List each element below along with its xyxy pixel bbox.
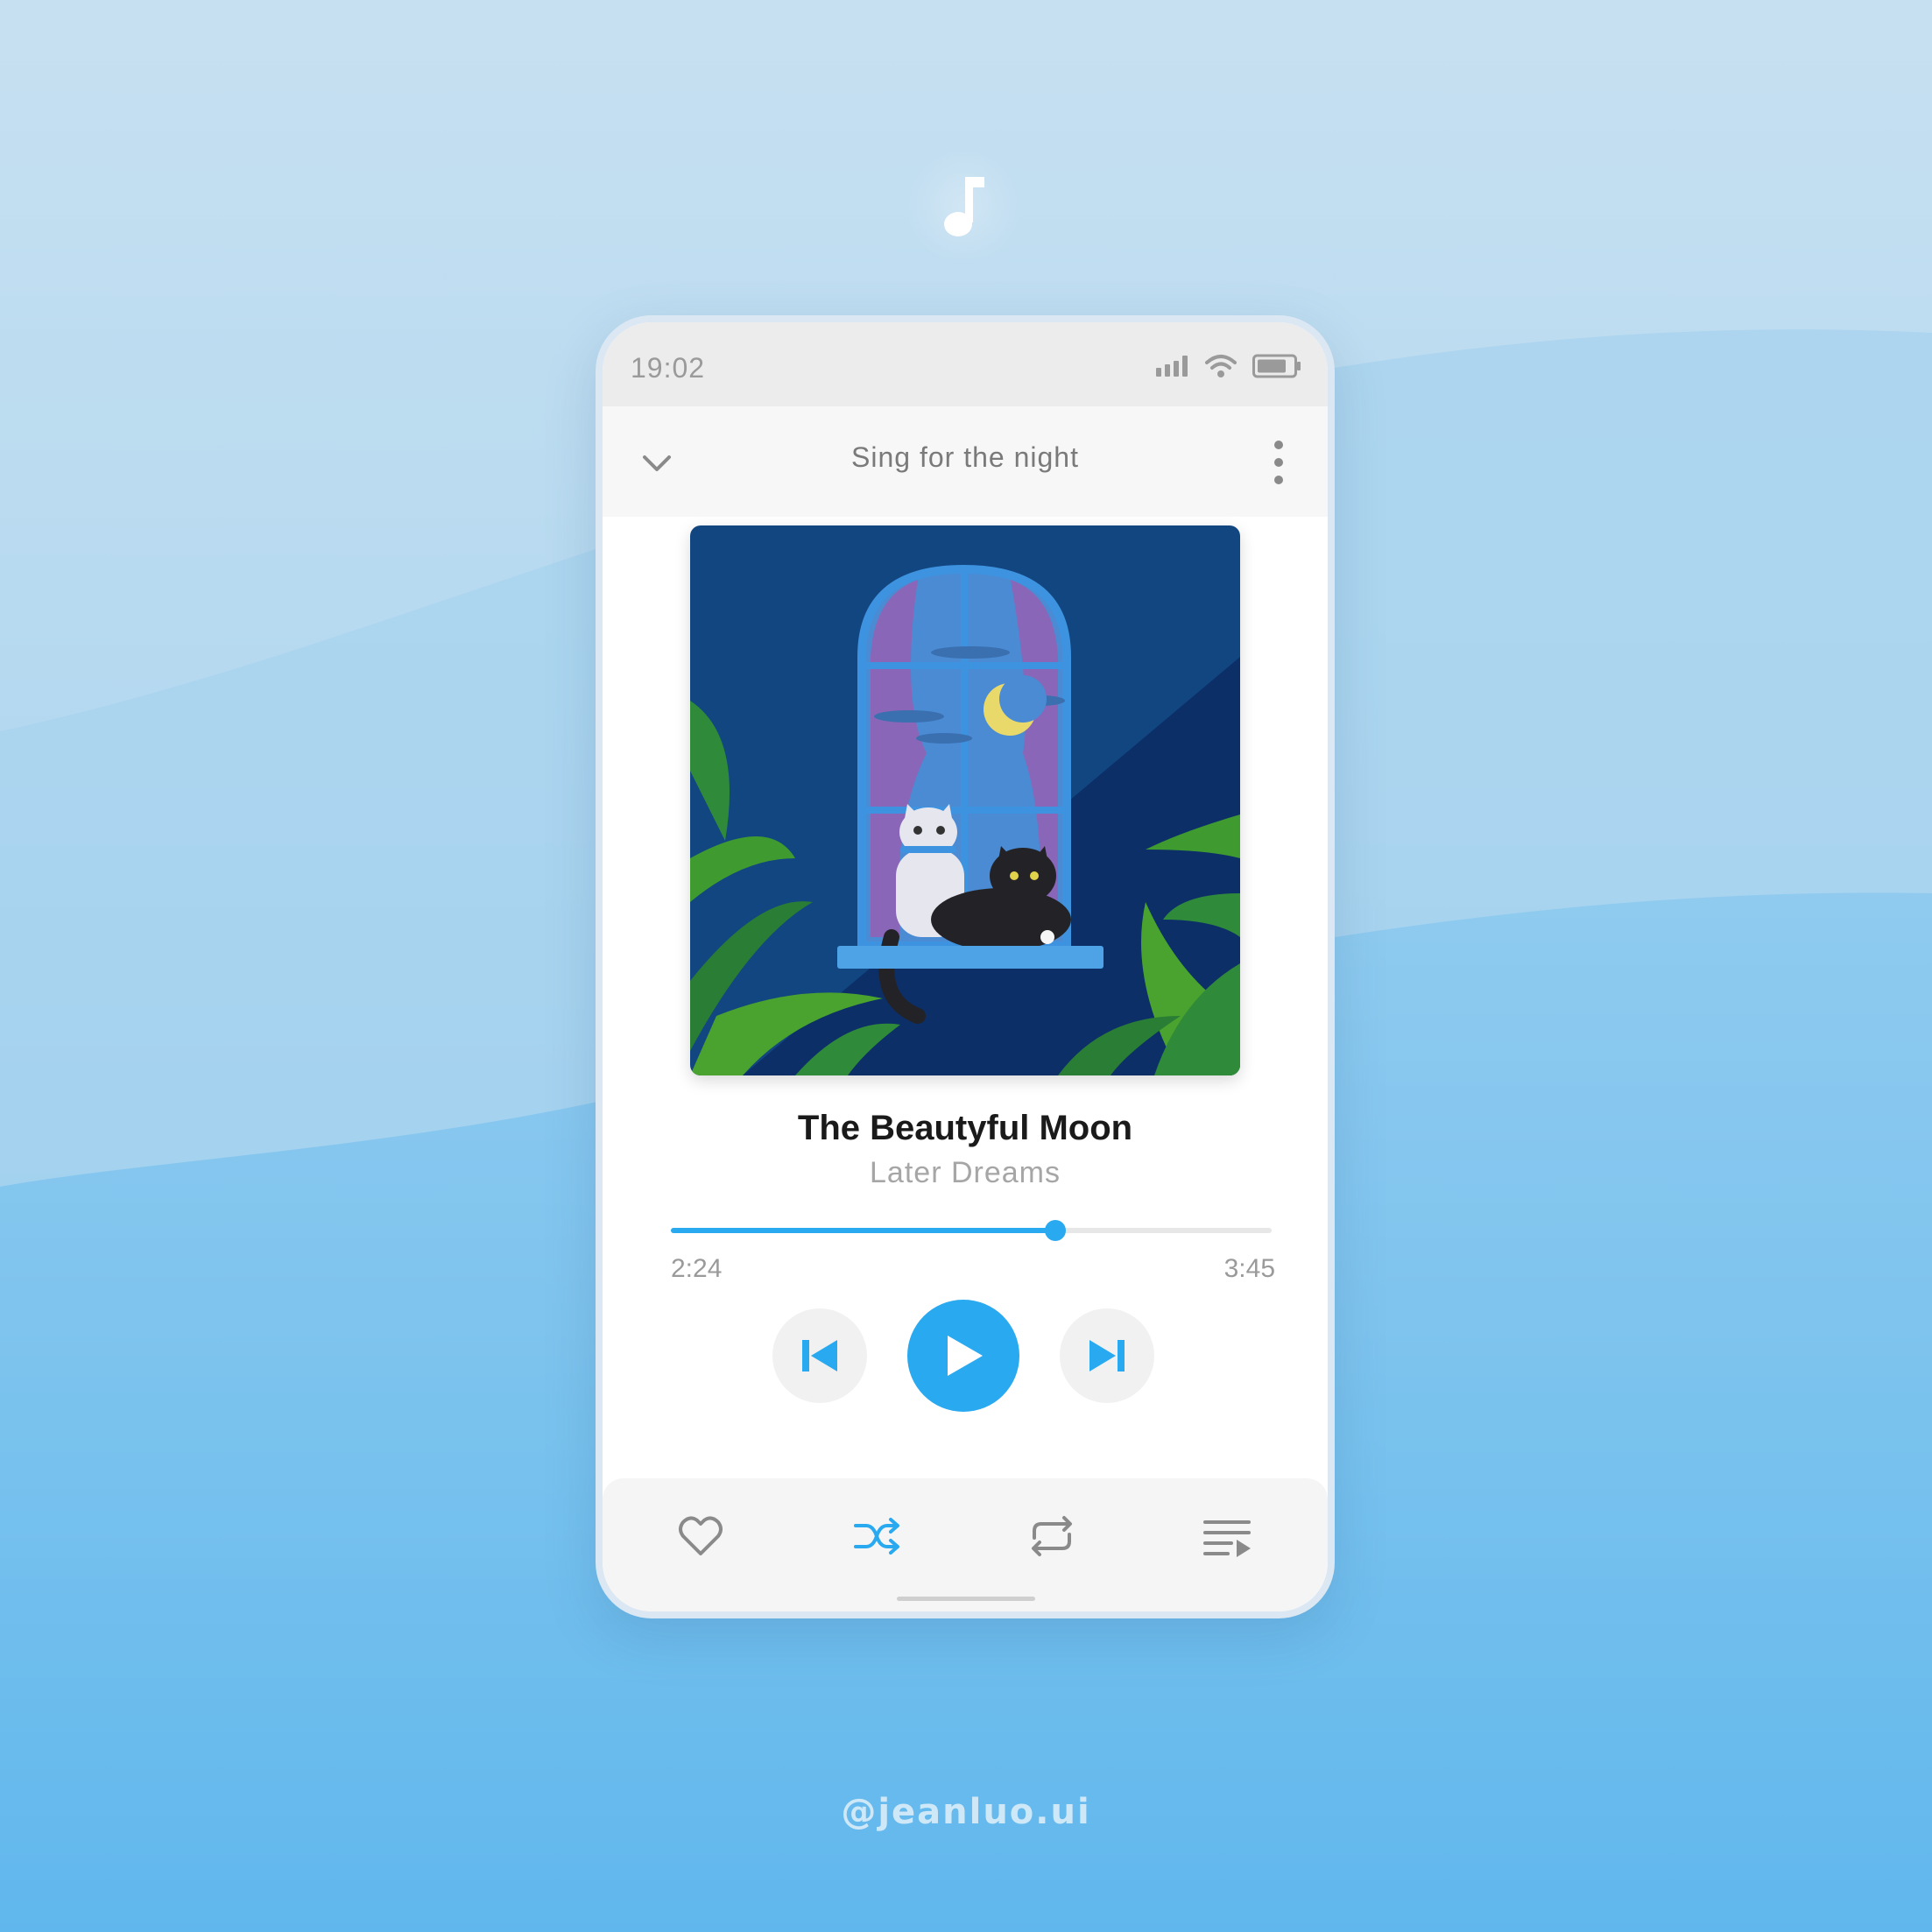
progress-fill	[671, 1228, 1056, 1233]
total-time: 3:45	[1223, 1254, 1275, 1283]
status-time: 19:02	[631, 352, 706, 384]
status-icons	[1156, 354, 1301, 378]
shuffle-icon[interactable]	[852, 1512, 901, 1561]
player-header: Sing for the night	[603, 406, 1328, 517]
music-note-icon	[906, 149, 1020, 263]
play-button[interactable]	[907, 1300, 1019, 1412]
progress-knob[interactable]	[1045, 1220, 1067, 1241]
wifi-icon	[1205, 355, 1237, 377]
bottom-action-bar	[603, 1478, 1328, 1611]
heart-icon[interactable]	[676, 1512, 725, 1561]
signal-icon	[1156, 356, 1188, 377]
artist-name: Later Dreams	[870, 1156, 1061, 1189]
next-track-button[interactable]	[1060, 1308, 1154, 1403]
phone-frame: 19:02 Sing for the night The Beautyful M…	[596, 315, 1335, 1618]
current-time: 2:24	[671, 1254, 723, 1283]
previous-track-button[interactable]	[772, 1308, 867, 1403]
player-screen: 19:02 Sing for the night The Beautyful M…	[603, 322, 1328, 1611]
skip-previous-icon	[802, 1340, 837, 1371]
repeat-icon[interactable]	[1027, 1512, 1076, 1561]
more-options-icon[interactable]	[1270, 438, 1287, 487]
status-bar: 19:02	[603, 322, 1328, 406]
author-handle: @jeanluo.ui	[841, 1792, 1091, 1832]
song-title: The Beautyful Moon	[797, 1109, 1133, 1147]
queue-icon[interactable]	[1203, 1512, 1252, 1561]
playlist-title: Sing for the night	[851, 441, 1079, 473]
battery-icon	[1252, 354, 1301, 378]
progress-slider[interactable]	[671, 1220, 1272, 1241]
play-icon	[948, 1336, 983, 1376]
skip-next-icon	[1089, 1340, 1125, 1371]
home-indicator[interactable]	[897, 1597, 1035, 1601]
album-artwork	[690, 525, 1240, 1075]
